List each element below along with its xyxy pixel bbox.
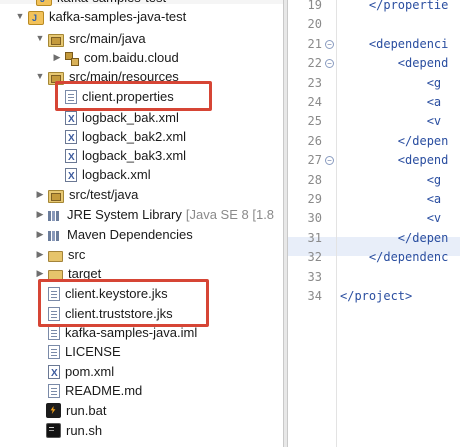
highlight-box-properties: [55, 81, 212, 111]
file-icon: [48, 326, 60, 340]
terminal-icon: [46, 423, 61, 438]
line-number: 32: [307, 250, 322, 264]
chevron-down-icon[interactable]: ▼: [14, 7, 26, 26]
code-line: </project>: [340, 289, 413, 303]
line-number: 33: [307, 270, 322, 284]
code-line: <a: [340, 192, 442, 206]
code-line: </propertie: [340, 0, 449, 12]
tree-item-license[interactable]: LICENSE: [48, 342, 121, 361]
line-number: 34: [307, 289, 322, 303]
code-line: </depen: [340, 231, 449, 245]
chevron-right-icon[interactable]: ▶: [34, 245, 46, 264]
folder-icon: [48, 250, 63, 262]
tree-item-clipped[interactable]: kafka-samples-test: [36, 0, 166, 9]
line-number: 31: [307, 231, 322, 245]
line-number: 24: [307, 95, 322, 109]
code-line: <g: [340, 173, 442, 187]
xml-file-icon: [65, 167, 77, 186]
code-line: <depend: [340, 56, 449, 70]
java-project-icon: [28, 9, 44, 28]
line-number: 29: [307, 192, 322, 206]
line-number: 28: [307, 173, 322, 187]
chevron-right-icon[interactable]: ▶: [34, 225, 46, 244]
tree-item-src-test-java[interactable]: ▶ src/test/java: [34, 185, 138, 204]
tree-item-maven-dependencies[interactable]: ▶ Maven Dependencies: [34, 225, 193, 244]
line-number: 26: [307, 134, 322, 148]
chevron-right-icon[interactable]: ▶: [51, 48, 63, 67]
code-line: </dependenc: [340, 250, 449, 264]
tree-item-logback[interactable]: logback.xml: [65, 165, 151, 186]
tree-item-jre-library[interactable]: ▶ JRE System Library [Java SE 8 [1.8: [34, 205, 275, 224]
executable-icon: [46, 403, 61, 418]
file-icon: [48, 345, 60, 359]
tree-item-pom[interactable]: pom.xml: [48, 362, 114, 383]
line-number: 22: [307, 56, 322, 70]
line-number: 27: [307, 153, 322, 167]
project-icon: [36, 0, 52, 9]
code-line: <dependenci: [340, 37, 449, 51]
code-editor[interactable]: 19 </propertie 20 21− <dependenci 22− <depe…: [288, 0, 460, 447]
tree-item-logback-bak2[interactable]: logback_bak2.xml: [65, 127, 186, 148]
tree-item-logback-bak3[interactable]: logback_bak3.xml: [65, 146, 186, 167]
tree-item-run-bat[interactable]: run.bat: [46, 401, 106, 420]
line-number: 25: [307, 114, 322, 128]
code-line: <depend: [340, 153, 449, 167]
code-line: <v: [340, 114, 442, 128]
xml-file-icon: [65, 110, 77, 129]
line-number: 19: [307, 0, 322, 12]
chevron-right-icon[interactable]: ▶: [34, 185, 46, 204]
code-line: <v: [340, 211, 442, 225]
source-folder-icon: [48, 189, 64, 203]
line-number: 23: [307, 76, 322, 90]
package-icon: [65, 52, 79, 66]
fold-toggle-icon[interactable]: −: [325, 156, 334, 165]
tree-item-package[interactable]: ▶ com.baidu.cloud: [51, 48, 179, 67]
line-number: 21: [307, 37, 322, 51]
chevron-right-icon[interactable]: ▶: [34, 205, 46, 224]
highlight-box-keystores: [38, 279, 209, 327]
editor-gutter-line: [336, 0, 337, 447]
code-line: <g: [340, 76, 442, 90]
project-explorer: kafka-samples-test ▼ kafka-samples-java-…: [0, 0, 283, 447]
tree-item-src-main-java[interactable]: ▼ src/main/java: [34, 29, 146, 48]
tree-item-run-sh[interactable]: run.sh: [46, 421, 102, 440]
xml-file-icon: [48, 364, 60, 383]
fold-toggle-icon[interactable]: −: [325, 59, 334, 68]
chevron-down-icon[interactable]: ▼: [34, 29, 46, 48]
library-icon: [48, 230, 62, 242]
line-number: 30: [307, 211, 322, 225]
xml-file-icon: [65, 148, 77, 167]
chevron-down-icon[interactable]: ▼: [34, 67, 46, 86]
code-line: <a: [340, 95, 442, 109]
tree-item-project[interactable]: ▼ kafka-samples-java-test: [14, 7, 187, 28]
tree-item-src[interactable]: ▶ src: [34, 245, 86, 264]
line-number: 20: [307, 17, 322, 31]
xml-file-icon: [65, 129, 77, 148]
file-icon: [48, 384, 60, 398]
source-folder-icon: [48, 33, 64, 47]
tree-item-readme[interactable]: README.md: [48, 381, 142, 400]
fold-toggle-icon[interactable]: −: [325, 40, 334, 49]
library-icon: [48, 210, 62, 222]
code-line: </depen: [340, 134, 449, 148]
